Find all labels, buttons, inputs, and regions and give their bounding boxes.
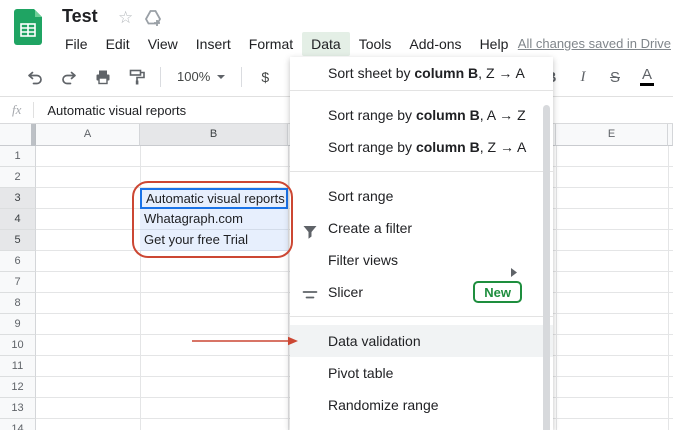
row-header-11[interactable]: 11 [0,356,36,377]
cell-b4[interactable]: Whatagraph.com [140,209,288,230]
column-header-b[interactable]: B [140,124,288,146]
menu-item-sort-range-az[interactable]: Sort range by column B, A → Z [290,99,553,131]
filter-funnel-icon [301,219,319,239]
row-header-12[interactable]: 12 [0,377,36,398]
menu-item-create-filter[interactable]: Create a filter [290,212,553,244]
menu-scrollbar[interactable] [543,105,550,430]
row-header-2[interactable]: 2 [0,167,36,188]
gridline [668,146,669,430]
column-header-e[interactable]: E [556,124,668,146]
menu-item-filter-views[interactable]: Filter views [290,244,553,277]
paint-format-button[interactable] [124,64,150,90]
move-to-folder-icon[interactable] [144,10,164,33]
menu-item-pivot-table[interactable]: Pivot table [290,357,553,389]
column-header-a[interactable]: A [36,124,140,146]
text-color-label: A [641,66,652,83]
row-header-1[interactable]: 1 [0,146,36,167]
menu-data[interactable]: Data [302,32,350,56]
menu-item-slicer[interactable]: Slicer New [290,276,553,308]
menu-help[interactable]: Help [471,32,518,56]
row-header-3[interactable]: 3 [0,188,36,209]
menu-bar: File Edit View Insert Format Data Tools … [56,31,517,57]
corner-grip [31,124,35,146]
row-header-4[interactable]: 4 [0,209,36,230]
star-icon[interactable]: ☆ [118,8,133,28]
menu-item-sort-range[interactable]: Sort range [290,180,553,212]
row-header-9[interactable]: 9 [0,314,36,335]
chevron-down-icon [217,74,226,79]
sheets-logo-icon[interactable] [13,7,43,50]
slicer-icon [301,283,319,301]
color-swatch [640,83,654,86]
zoom-value: 100% [177,69,211,84]
toolbar-divider [160,66,161,87]
row-header-7[interactable]: 7 [0,272,36,293]
new-badge: New [473,281,522,303]
save-status-link[interactable]: All changes saved in Drive [518,36,671,51]
menu-view[interactable]: View [139,32,187,56]
cell-b5[interactable]: Get your free Trial [140,230,288,251]
menu-item-sort-range-za[interactable]: Sort range by column B, Z → A [290,131,553,163]
toolbar-divider [241,66,243,87]
gridline [288,146,289,430]
row-header-10[interactable]: 10 [0,335,36,356]
menu-item-sort-sheet-za[interactable]: Sort sheet by column B, Z → A [290,57,553,90]
undo-button[interactable] [22,64,48,90]
row-header-5[interactable]: 5 [0,230,36,251]
format-currency-button[interactable]: $ [252,64,278,90]
row-header-14[interactable]: 14 [0,419,36,430]
menu-insert[interactable]: Insert [187,32,240,56]
app-bar: Test ☆ File Edit View Insert Format Data… [0,0,673,57]
menu-format[interactable]: Format [240,32,302,56]
zoom-select[interactable]: 100% [171,69,231,84]
menu-item-randomize-range[interactable]: Randomize range [290,389,553,421]
formula-bar-divider [33,102,35,118]
strikethrough-button[interactable]: S [602,64,628,90]
gridline [556,146,557,430]
print-button[interactable] [90,64,116,90]
menu-edit[interactable]: Edit [97,32,139,56]
row-header-6[interactable]: 6 [0,251,36,272]
data-menu-dropdown: Sort sheet by column B, Z → A Sort range… [290,57,553,430]
column-header-f[interactable] [668,124,673,146]
document-title[interactable]: Test [62,6,98,27]
google-sheets-window: Test ☆ File Edit View Insert Format Data… [0,0,673,430]
menu-file[interactable]: File [56,32,97,56]
formula-input[interactable]: Automatic visual reports [47,103,186,118]
cell-b3[interactable]: Automatic visual reports [140,188,288,209]
text-color-button[interactable]: A [634,64,660,90]
italic-button[interactable]: I [570,64,596,90]
row-headers: 1 2 3 4 5 6 7 8 9 10 11 12 13 14 [0,146,36,430]
menu-addons[interactable]: Add-ons [400,32,470,56]
redo-button[interactable] [56,64,82,90]
fx-icon: fx [12,102,22,117]
menu-tools[interactable]: Tools [350,32,401,56]
menu-item-data-validation[interactable]: Data validation [290,325,553,357]
select-all-corner[interactable] [0,124,36,146]
row-header-8[interactable]: 8 [0,293,36,314]
row-header-13[interactable]: 13 [0,398,36,419]
